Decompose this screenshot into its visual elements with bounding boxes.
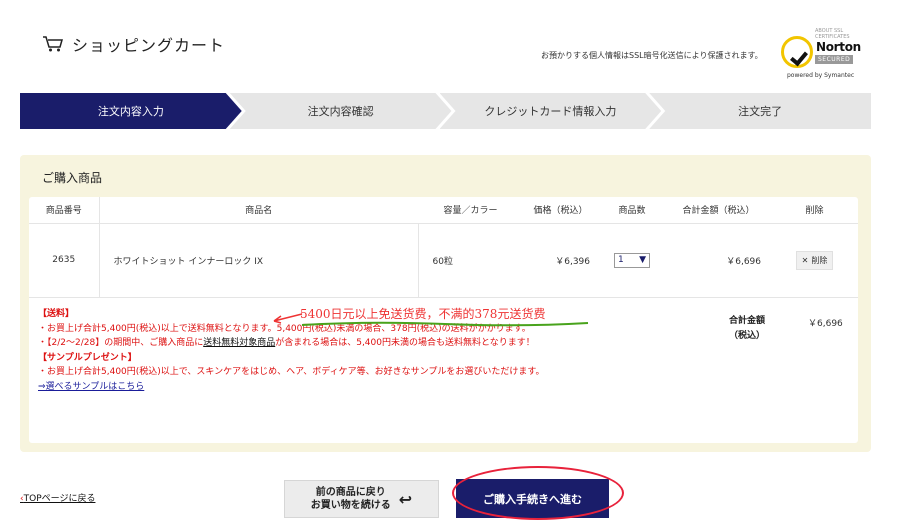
page-title-area: ショッピングカート: [42, 32, 225, 56]
quantity-value: 1: [618, 255, 624, 265]
item-total: ￥6,696: [666, 223, 771, 298]
close-icon: ✕: [801, 255, 809, 265]
delete-label: 削除: [811, 255, 828, 265]
col-volume: 容量／カラー: [418, 197, 523, 224]
norton-powered: powered by Symantec: [787, 72, 855, 79]
top-page-link[interactable]: ‹TOPページに戻る: [20, 491, 95, 504]
col-total: 合計金額（税込）: [666, 197, 771, 224]
continue-shopping-button[interactable]: 前の商品に戻り お買い物を続ける ↩: [284, 480, 439, 518]
step-complete: 注文完了: [649, 93, 871, 129]
step-order-confirm: 注文内容確認: [230, 93, 452, 129]
col-price: 価格（税込）: [523, 197, 598, 224]
col-code: 商品番号: [29, 197, 100, 224]
item-name: ホワイトショット インナーロック IX: [99, 223, 419, 298]
step-credit-card: クレジットカード情報入力: [440, 93, 662, 129]
norton-seal[interactable]: ABOUT SSL CERTIFICATES Norton SECURED po…: [779, 28, 871, 83]
arrow-icon: [273, 313, 303, 324]
purchase-panel: ご購入商品 商品番号 商品名 容量／カラー 価格（税込） 商品数 合計金額（税込…: [20, 155, 871, 452]
checkout-steps: 注文内容入力 注文内容確認 クレジットカード情報入力 注文完了: [20, 93, 871, 129]
norton-brand: Norton: [816, 40, 861, 54]
annotation-underline: [301, 321, 589, 327]
norton-tiny-text: ABOUT SSL CERTIFICATES: [815, 28, 850, 40]
table-row: 2635 ホワイトショット インナーロック IX 60粒 ￥6,396 1 ▼ …: [29, 223, 858, 298]
free-shipping-items-link[interactable]: 送料無料対象商品: [203, 338, 275, 348]
col-name: 商品名: [99, 197, 418, 224]
return-arrow-icon: ↩: [398, 489, 413, 509]
item-volume: 60粒: [418, 223, 523, 298]
quantity-select[interactable]: 1 ▼: [614, 252, 650, 268]
sample-line-1: ・お買上げ合計5,400円(税込)以上で、スキンケアをはじめ、ヘア、ボディケア等…: [38, 367, 545, 378]
delete-button[interactable]: ✕ 削除: [795, 250, 834, 270]
cart-icon: [42, 35, 64, 53]
item-price: ￥6,396: [523, 223, 598, 298]
page-title: ショッピングカート: [72, 36, 226, 55]
cart-table: 商品番号 商品名 容量／カラー 価格（税込） 商品数 合計金額（税込） 削除 2…: [29, 197, 858, 298]
sample-heading: 【サンプルプレゼント】: [38, 352, 137, 363]
item-code: 2635: [29, 223, 100, 298]
shipping-line-2-pre: ・【2/2～2/28】の期間中、ご購入商品に: [38, 338, 204, 349]
grand-total-label: 合計金額 （税込）: [729, 316, 766, 341]
col-qty: 商品数: [598, 197, 666, 224]
norton-secured: SECURED: [815, 55, 854, 64]
annotation-circle: [452, 466, 624, 520]
dropdown-arrow-icon: ▼: [639, 255, 646, 265]
shipping-line-2-post: が含まれる場合は、5,400円未満の場合も送料無料となります！: [275, 338, 535, 349]
step-order-input: 注文内容入力: [20, 93, 242, 129]
sample-link[interactable]: ⇒選べるサンプルはこちら: [38, 380, 544, 395]
col-delete: 削除: [771, 197, 858, 224]
grand-total-value: ￥6,696: [808, 319, 843, 329]
ssl-note: お預かりする個人情報はSSL暗号化送信により保護されます。: [541, 51, 763, 60]
checkmark-icon: [781, 36, 813, 68]
table-header-row: 商品番号 商品名 容量／カラー 価格（税込） 商品数 合計金額（税込） 削除: [29, 197, 858, 224]
panel-title: ご購入商品: [42, 171, 103, 185]
